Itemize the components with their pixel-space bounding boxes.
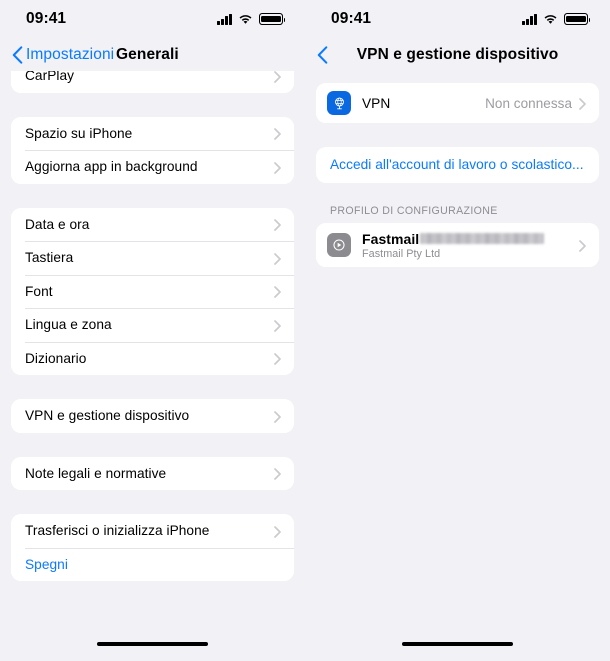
status-bar-right: 09:41 xyxy=(305,0,610,38)
row-label: Font xyxy=(25,283,53,299)
settings-row-vpn-e-gestione-dispositivo[interactable]: VPN e gestione dispositivo xyxy=(11,399,294,433)
signal-bars-icon xyxy=(522,13,537,25)
right-phone-screen: 09:41 VPN e gestione dispositivo VPN Non… xyxy=(305,0,610,661)
row-label: Spegni xyxy=(25,556,68,572)
settings-row-spazio-su-iphone[interactable]: Spazio su iPhone xyxy=(11,116,294,150)
status-icons xyxy=(217,13,286,25)
profile-subtitle: Fastmail Pty Ltd xyxy=(362,247,441,260)
settings-row-tastiera[interactable]: Tastiera xyxy=(11,241,294,275)
row-label: Lingua e zona xyxy=(25,317,112,333)
settings-scroll-area[interactable]: CarPlay Spazio su iPhone Aggiorna app in… xyxy=(0,71,305,661)
status-bar-left: 09:41 xyxy=(0,0,305,38)
row-label: CarPlay xyxy=(25,71,75,84)
settings-group-localization: Data e ora Tastiera Font Lingua e zona D… xyxy=(11,207,294,375)
chevron-right-icon xyxy=(274,352,281,366)
row-label: Tastiera xyxy=(25,250,74,266)
profile-gear-icon xyxy=(327,233,351,257)
chevron-right-icon xyxy=(274,127,281,141)
settings-row-font[interactable]: Font xyxy=(11,274,294,308)
profile-text-block: Fastmail Fastmail Pty Ltd xyxy=(362,230,545,260)
settings-group-storage: Spazio su iPhone Aggiorna app in backgro… xyxy=(11,116,294,184)
status-icons xyxy=(522,13,591,25)
vpn-scroll-area[interactable]: VPN Non connessa Accedi all'account di l… xyxy=(305,71,610,661)
settings-group-reset: Trasferisci o inizializza iPhone Spegni xyxy=(11,514,294,581)
vpn-globe-icon xyxy=(327,91,351,115)
chevron-right-icon xyxy=(274,161,281,174)
dual-screenshot-container: 09:41 Impostazioni Generali CarPlay Spaz… xyxy=(0,0,610,661)
chevron-right-icon xyxy=(274,467,281,481)
chevron-right-icon xyxy=(274,71,281,83)
settings-row-dizionario[interactable]: Dizionario xyxy=(11,341,294,375)
nav-bar-right: VPN e gestione dispositivo xyxy=(305,38,610,71)
work-school-account-label: Accedi all'account di lavoro o scolastic… xyxy=(330,157,584,172)
row-label: Note legali e normative xyxy=(25,465,167,481)
status-time: 09:41 xyxy=(331,10,372,27)
settings-row-aggiorna-app-background[interactable]: Aggiorna app in background xyxy=(11,150,294,184)
wifi-icon xyxy=(543,14,558,25)
signal-bars-icon xyxy=(217,13,232,25)
vpn-status-value: Non connessa xyxy=(485,95,572,111)
settings-row-spegni[interactable]: Spegni xyxy=(11,547,294,581)
settings-row-note-legali[interactable]: Note legali e normative xyxy=(11,456,294,490)
nav-bar-left: Impostazioni Generali xyxy=(0,38,305,71)
settings-row-trasferisci-inizializza[interactable]: Trasferisci o inizializza iPhone xyxy=(11,514,294,548)
chevron-left-icon xyxy=(317,45,328,64)
row-label: Aggiorna app in background xyxy=(25,159,198,175)
profile-row-fastmail[interactable]: Fastmail Fastmail Pty Ltd xyxy=(316,223,599,267)
row-label: Dizionario xyxy=(25,350,87,366)
configuration-profile-group: Fastmail Fastmail Pty Ltd xyxy=(316,223,599,267)
profile-title: Fastmail xyxy=(362,230,420,247)
settings-row-carplay[interactable]: CarPlay xyxy=(11,71,294,93)
row-label: VPN e gestione dispositivo xyxy=(25,408,190,424)
chevron-right-icon xyxy=(274,319,281,332)
settings-row-lingua-e-zona[interactable]: Lingua e zona xyxy=(11,308,294,342)
chevron-right-icon xyxy=(274,285,281,299)
settings-group-carplay: CarPlay xyxy=(11,71,294,93)
vpn-row[interactable]: VPN Non connessa xyxy=(316,83,599,123)
work-school-account-button[interactable]: Accedi all'account di lavoro o scolastic… xyxy=(316,147,599,183)
settings-row-data-e-ora[interactable]: Data e ora xyxy=(11,207,294,241)
settings-group-legal: Note legali e normative xyxy=(11,456,294,490)
chevron-right-icon xyxy=(579,97,586,110)
redacted-profile-detail xyxy=(420,233,545,244)
back-button[interactable] xyxy=(317,45,331,64)
vpn-group: VPN Non connessa xyxy=(316,83,599,123)
left-phone-screen: 09:41 Impostazioni Generali CarPlay Spaz… xyxy=(0,0,305,661)
chevron-left-icon xyxy=(12,45,23,64)
wifi-icon xyxy=(238,14,253,25)
row-label: Data e ora xyxy=(25,216,90,232)
settings-group-vpn: VPN e gestione dispositivo xyxy=(11,399,294,433)
home-indicator xyxy=(0,641,305,646)
row-label: Spazio su iPhone xyxy=(25,125,133,141)
status-time: 09:41 xyxy=(26,10,67,27)
back-button-label: Impostazioni xyxy=(26,45,115,63)
configuration-profile-header: PROFILO DI CONFIGURAZIONE xyxy=(330,205,498,217)
chevron-right-icon xyxy=(274,410,281,423)
row-label: Trasferisci o inizializza iPhone xyxy=(25,523,210,539)
battery-full-icon xyxy=(564,13,591,25)
chevron-right-icon xyxy=(274,525,281,538)
page-title: VPN e gestione dispositivo xyxy=(356,45,559,63)
battery-full-icon xyxy=(259,13,286,25)
back-button[interactable]: Impostazioni xyxy=(12,46,114,64)
profile-title-line: Fastmail xyxy=(362,230,545,247)
chevron-right-icon xyxy=(579,239,586,252)
chevron-right-icon xyxy=(274,218,281,232)
chevron-right-icon xyxy=(274,252,281,265)
row-label: VPN xyxy=(362,95,391,111)
home-indicator xyxy=(305,641,610,646)
